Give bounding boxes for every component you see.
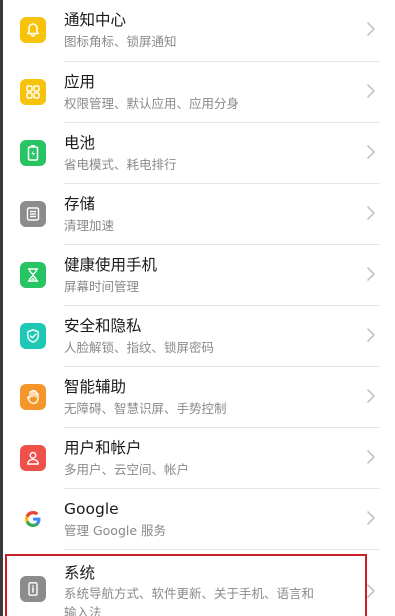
user-icon [20, 445, 46, 471]
item-subtitle: 多用户、云空间、帐户 [64, 462, 190, 477]
settings-item-smart-assistance[interactable]: 智能辅助 无障碍、智慧识屏、手势控制 [0, 367, 395, 428]
highlight-box [5, 554, 367, 616]
item-subtitle: 清理加速 [64, 218, 115, 233]
item-subtitle: 屏幕时间管理 [64, 279, 140, 294]
item-title: 存储 [64, 195, 96, 213]
chevron-right-icon [367, 389, 375, 403]
storage-icon [20, 201, 46, 227]
chevron-right-icon [367, 206, 375, 220]
item-title: 电池 [64, 134, 96, 152]
item-subtitle: 人脸解锁、指纹、锁屏密码 [64, 340, 215, 355]
item-title: Google [64, 500, 119, 518]
settings-item-digital-balance[interactable]: 健康使用手机 屏幕时间管理 [0, 245, 395, 306]
settings-item-battery[interactable]: 电池 省电模式、耗电排行 [0, 123, 395, 184]
settings-screen: 通知中心 图标角标、锁屏通知 应用 权限管理、默认应用、应用分身 电池 省电模式… [0, 0, 395, 616]
item-title: 通知中心 [64, 11, 127, 29]
chevron-right-icon [367, 145, 375, 159]
battery-icon [20, 140, 46, 166]
settings-item-notifications[interactable]: 通知中心 图标角标、锁屏通知 [0, 0, 395, 61]
chevron-right-icon [367, 328, 375, 342]
settings-item-users-accounts[interactable]: 用户和帐户 多用户、云空间、帐户 [0, 428, 395, 489]
chevron-right-icon [367, 584, 375, 598]
item-subtitle: 无障碍、智慧识屏、手势控制 [64, 401, 227, 416]
item-subtitle: 管理 Google 服务 [64, 523, 167, 538]
chevron-right-icon [367, 84, 375, 98]
bell-icon [20, 17, 46, 43]
settings-item-storage[interactable]: 存储 清理加速 [0, 184, 395, 245]
shield-icon [20, 323, 46, 349]
item-title: 应用 [64, 73, 96, 91]
item-title: 智能辅助 [64, 378, 127, 396]
settings-item-apps[interactable]: 应用 权限管理、默认应用、应用分身 [0, 62, 395, 123]
google-icon [20, 506, 46, 532]
item-title: 安全和隐私 [64, 317, 142, 335]
chevron-right-icon [367, 267, 375, 281]
chevron-right-icon [367, 450, 375, 464]
hand-icon [20, 384, 46, 410]
hourglass-icon [20, 262, 46, 288]
chevron-right-icon [367, 22, 375, 36]
settings-item-security-privacy[interactable]: 安全和隐私 人脸解锁、指纹、锁屏密码 [0, 306, 395, 367]
item-subtitle: 权限管理、默认应用、应用分身 [64, 96, 240, 111]
apps-grid-icon [20, 79, 46, 105]
item-subtitle: 图标角标、锁屏通知 [64, 34, 177, 49]
item-title: 用户和帐户 [64, 439, 142, 457]
settings-item-google[interactable]: Google 管理 Google 服务 [0, 489, 395, 550]
item-subtitle: 省电模式、耗电排行 [64, 157, 177, 172]
item-title: 健康使用手机 [64, 256, 158, 274]
chevron-right-icon [367, 511, 375, 525]
